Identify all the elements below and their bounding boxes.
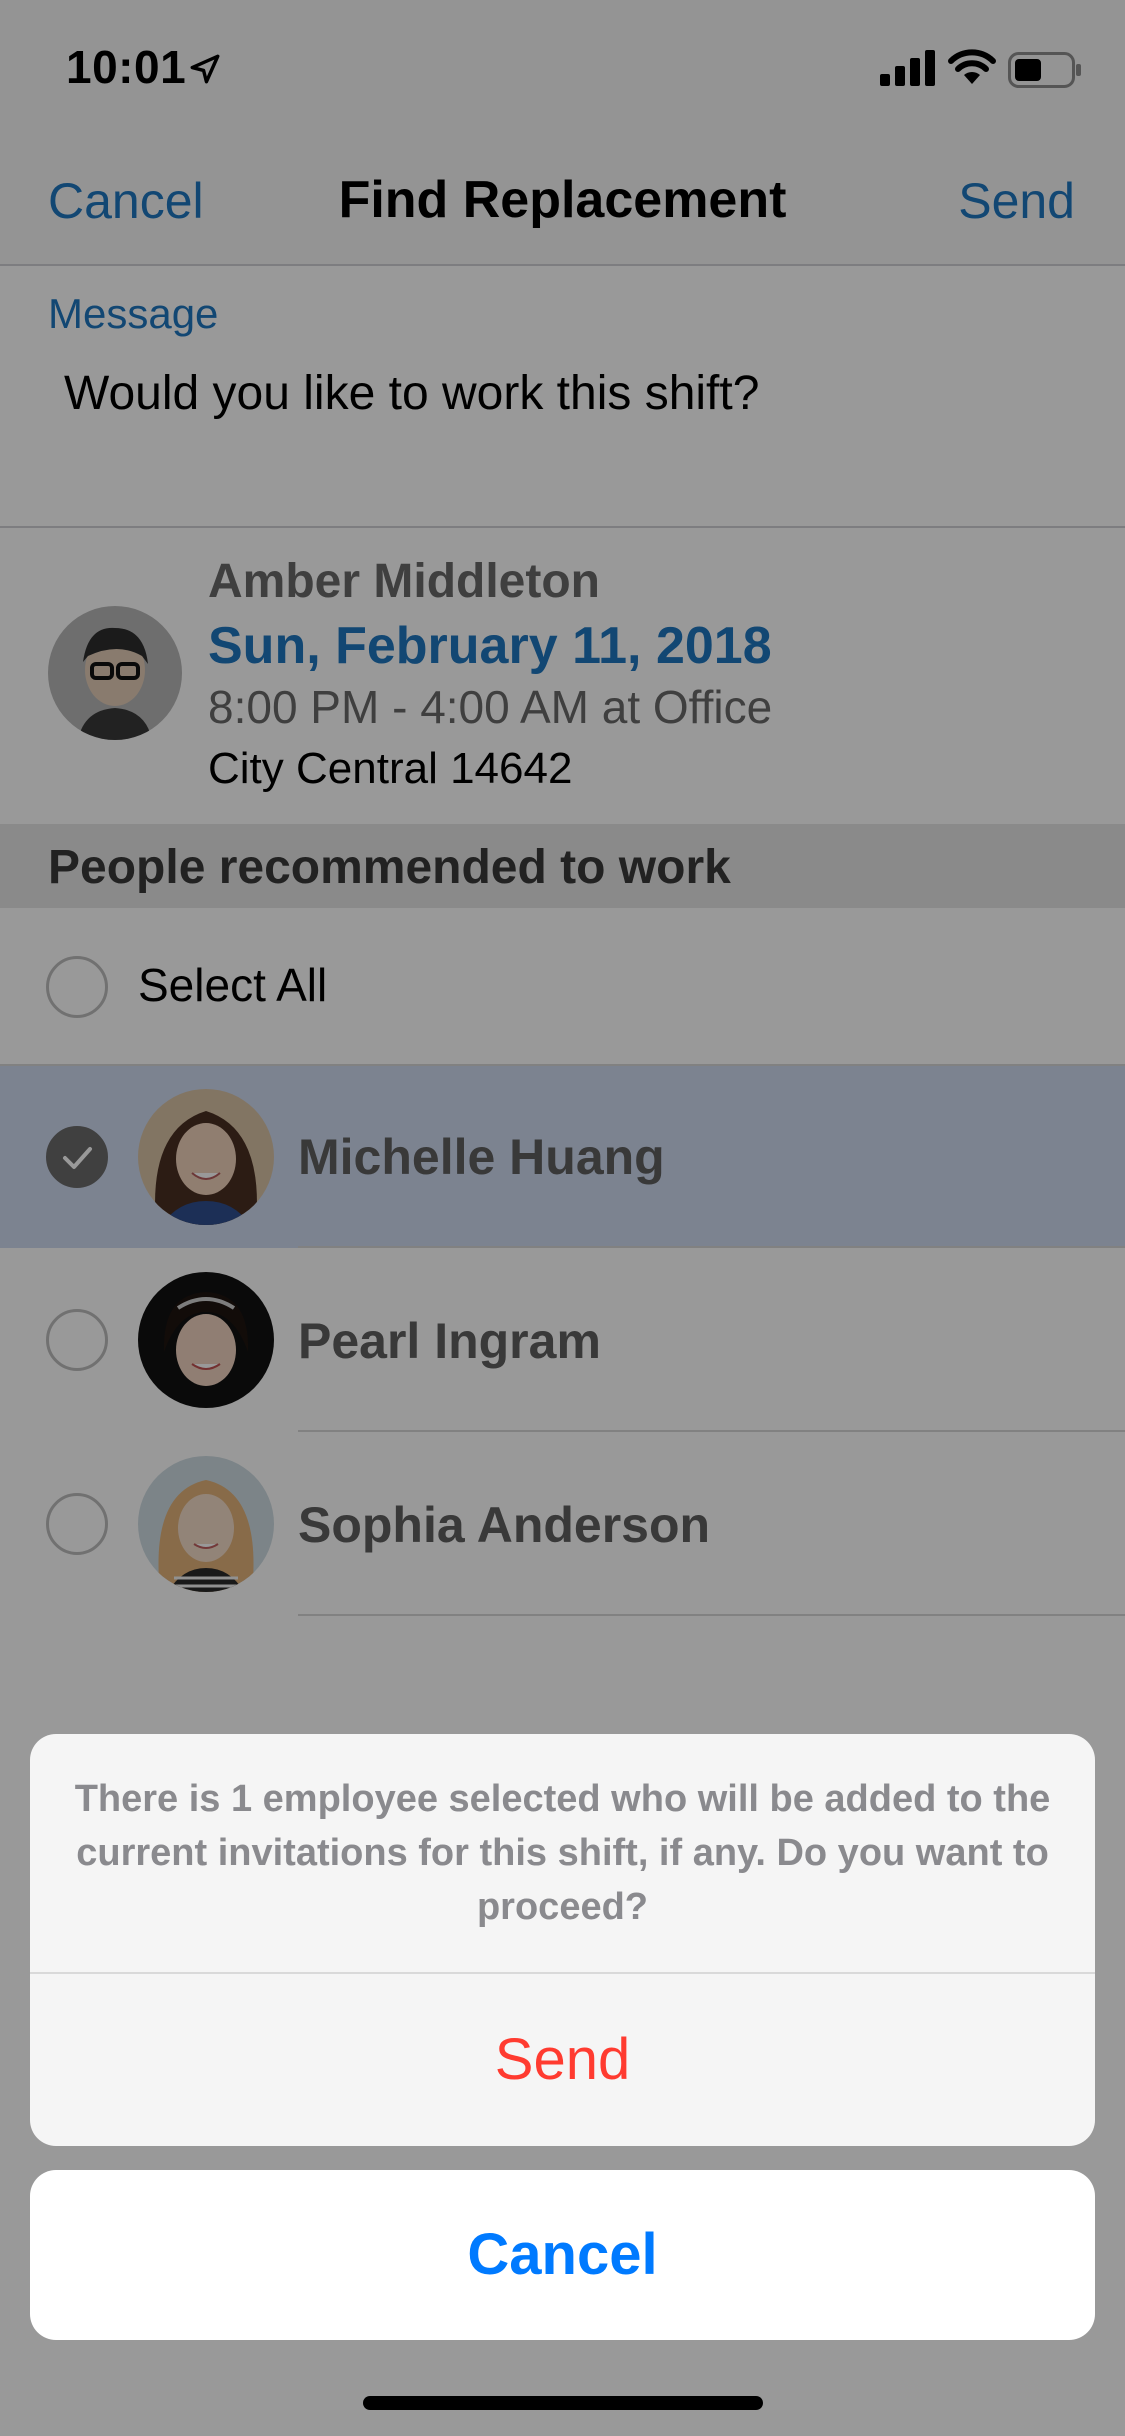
- screen: 10:01 Cancel Find Replacement Send Messa…: [0, 0, 1125, 2436]
- action-cancel-button[interactable]: Cancel: [30, 2170, 1095, 2340]
- action-send-button[interactable]: Send: [30, 1974, 1095, 2146]
- action-sheet-message: There is 1 employee selected who will be…: [74, 1778, 1051, 1928]
- home-indicator[interactable]: [363, 2396, 763, 2410]
- action-sheet: There is 1 employee selected who will be…: [30, 1734, 1095, 2146]
- action-cancel-container: Cancel: [30, 2170, 1095, 2340]
